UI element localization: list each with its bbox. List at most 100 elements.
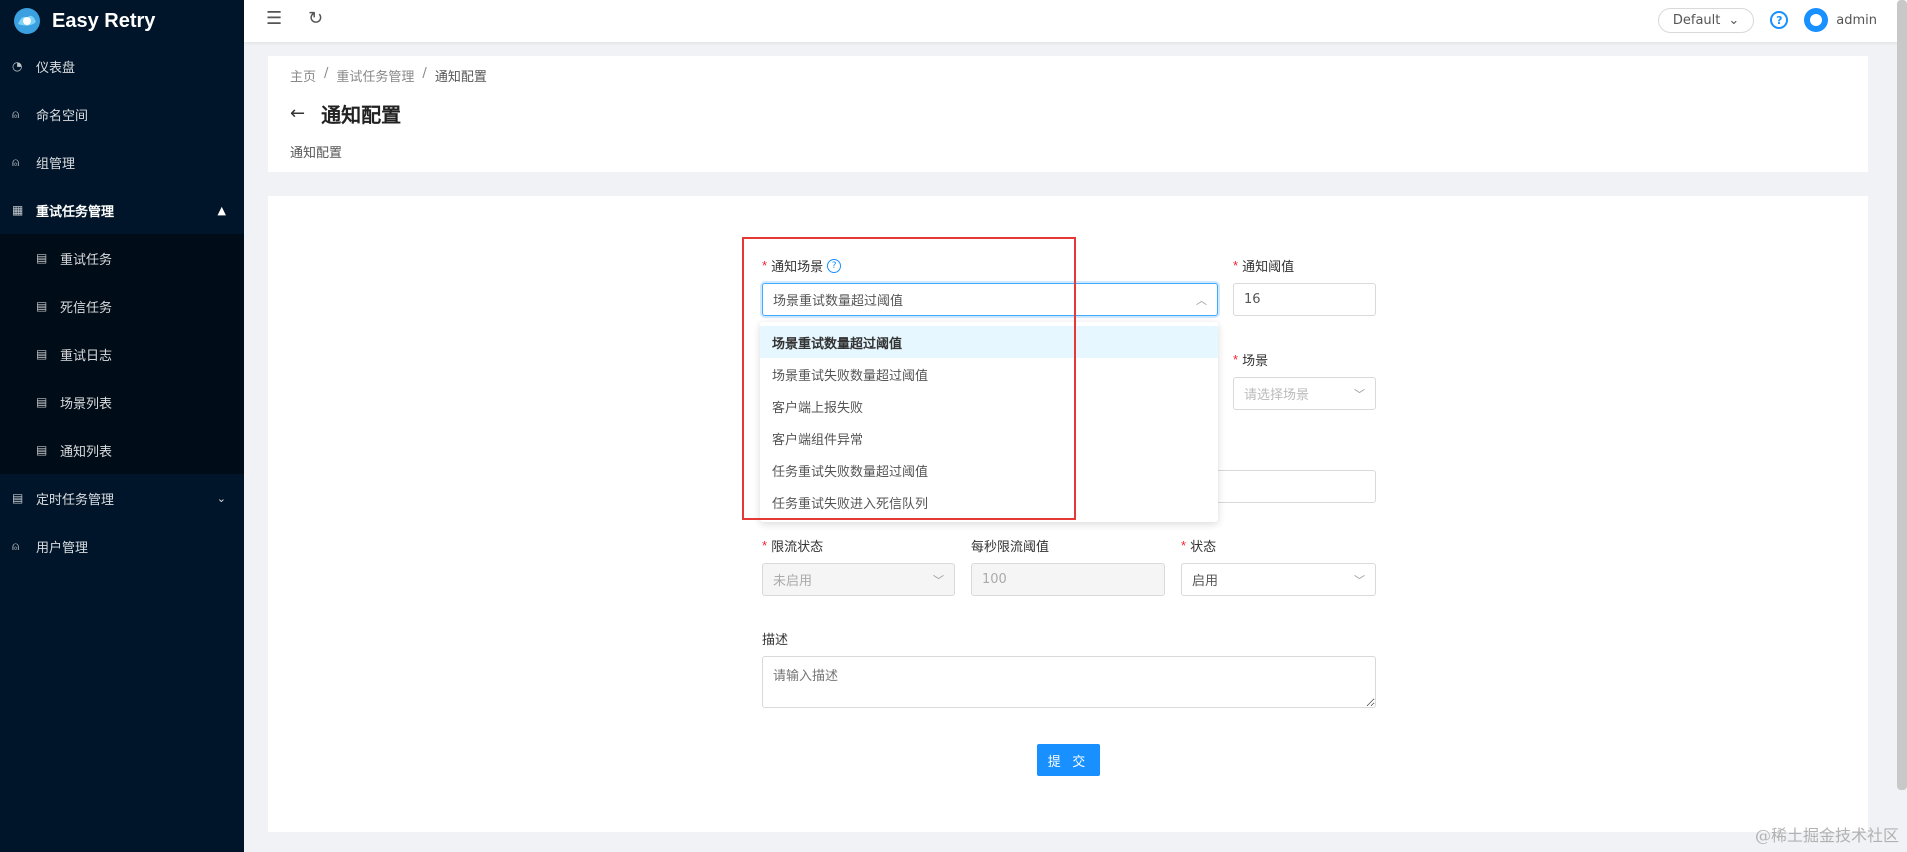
breadcrumb-separator: / (324, 66, 329, 81)
sidebar-item-label: 定时任务管理 (36, 492, 115, 508)
required-mark: * (762, 258, 768, 273)
menu-fold-icon[interactable]: ☰ (266, 8, 282, 29)
status-value: 启用 (1192, 574, 1219, 589)
logo[interactable]: Easy Retry (0, 0, 244, 42)
required-mark: * (762, 538, 768, 553)
sidebar-item-dead-letter[interactable]: ▤ 死信任务 (0, 282, 244, 330)
rate-limit-threshold-value: 100 (982, 572, 1007, 587)
sidebar-item-label: 组管理 (36, 156, 76, 172)
env-select-value: Default (1672, 12, 1721, 28)
dropdown-option[interactable]: 客户端组件异常 (760, 422, 1218, 454)
breadcrumb-home[interactable]: 主页 (290, 66, 316, 85)
scrollbar[interactable] (1897, 0, 1907, 790)
user-icon: ⍝ (12, 538, 20, 553)
notify-threshold-field: * 通知阈值 16 (1233, 256, 1376, 316)
username: admin (1836, 12, 1877, 28)
notify-threshold-value: 16 (1244, 292, 1261, 307)
chevron-down-icon: ⌄ (1728, 12, 1740, 28)
sidebar-item-label: 通知列表 (60, 444, 113, 460)
scene-label-text: 场景 (1242, 354, 1269, 369)
chevron-up-icon: ▲ (217, 203, 226, 217)
top-header: ☰ ↻ Default ⌄ ? admin (244, 0, 1907, 42)
rate-limit-threshold-field: 每秒限流阈值 100 (971, 536, 1165, 596)
scene-field: * 场景 请选择场景 ﹀ (1233, 350, 1376, 410)
sidebar-item-label: 用户管理 (36, 540, 89, 556)
sidebar-item-namespace[interactable]: ⍝ 命名空间 (0, 90, 244, 138)
refresh-icon[interactable]: ↻ (308, 8, 323, 29)
required-mark: * (1233, 352, 1239, 367)
sidebar-item-retry-log[interactable]: ▤ 重试日志 (0, 330, 244, 378)
description-label: 描述 (762, 629, 1376, 648)
dropdown-option[interactable]: 任务重试失败数量超过阈值 (760, 454, 1218, 486)
description-label-text: 描述 (762, 633, 789, 648)
rate-limit-status-field: * 限流状态 未启用 ﹀ (762, 536, 955, 596)
list-icon: ▤ (36, 395, 48, 409)
sidebar-item-scene-list[interactable]: ▤ 场景列表 (0, 378, 244, 426)
notify-scene-field: * 通知场景 ? 场景重试数量超过阈值 ︿ (762, 256, 1218, 316)
logo-icon (14, 8, 40, 34)
sidebar-item-label: 重试任务管理 (36, 204, 115, 220)
required-mark: * (1233, 258, 1239, 273)
required-mark: * (1181, 538, 1187, 553)
scene-placeholder: 请选择场景 (1244, 388, 1310, 403)
user-menu[interactable]: admin (1804, 8, 1877, 32)
dropdown-option[interactable]: 任务重试失败进入死信队列 (760, 486, 1218, 518)
notify-scene-value: 场景重试数量超过阈值 (773, 294, 904, 309)
sidebar-item-dashboard[interactable]: ◔ 仪表盘 (0, 42, 244, 90)
app-name: Easy Retry (52, 9, 156, 32)
sidebar-item-label: 死信任务 (60, 300, 113, 316)
status-label: * 状态 (1181, 536, 1376, 555)
submit-button[interactable]: 提 交 (1037, 744, 1100, 776)
dropdown-option[interactable]: 客户端上报失败 (760, 390, 1218, 422)
notify-threshold-label: * 通知阈值 (1233, 256, 1376, 275)
question-icon[interactable]: ? (827, 258, 842, 273)
table-icon: ▤ (12, 491, 24, 505)
page-header: 主页 / 重试任务管理 / 通知配置 ← 通知配置 通知配置 (268, 56, 1868, 172)
sidebar-item-user-mgmt[interactable]: ⍝ 用户管理 (0, 522, 244, 570)
status-label-text: 状态 (1190, 540, 1217, 555)
env-select[interactable]: Default ⌄ (1657, 7, 1755, 33)
breadcrumb-current: 通知配置 (434, 70, 487, 85)
chevron-down-icon: ⌄ (216, 491, 226, 505)
chevron-down-icon: ﹀ (1354, 573, 1365, 587)
sidebar-item-notify-list[interactable]: ▤ 通知列表 (0, 426, 244, 474)
dropdown-option[interactable]: 场景重试数量超过阈值 (760, 326, 1218, 358)
sidebar-item-group[interactable]: ⍝ 组管理 (0, 138, 244, 186)
notify-scene-label: * 通知场景 ? (762, 256, 1218, 275)
notify-scene-select[interactable]: 场景重试数量超过阈值 ︿ (762, 283, 1218, 316)
list-icon: ▤ (36, 299, 48, 313)
retry-submenu: ▤ 重试任务 ▤ 死信任务 ▤ 重试日志 ▤ 场景列表 ▤ 通知列表 (0, 234, 244, 474)
help-icon[interactable]: ? (1770, 11, 1789, 29)
breadcrumb-separator: / (422, 66, 427, 81)
page-subtitle: 通知配置 (290, 146, 343, 161)
avatar (1804, 8, 1829, 32)
dropdown-option[interactable]: 场景重试失败数量超过阈值 (760, 358, 1218, 390)
scene-select[interactable]: 请选择场景 ﹀ (1233, 377, 1376, 410)
breadcrumb-retry-mgmt[interactable]: 重试任务管理 (336, 66, 414, 85)
status-field: * 状态 启用 ﹀ (1181, 536, 1376, 596)
rate-limit-status-select[interactable]: 未启用 ﹀ (762, 563, 955, 596)
calendar-icon: ▦ (12, 203, 24, 217)
header-right: Default ⌄ ? admin (1657, 4, 1877, 36)
notify-scene-label-text: 通知场景 (771, 260, 824, 275)
notify-scene-dropdown: 场景重试数量超过阈值 场景重试失败数量超过阈值 客户端上报失败 客户端组件异常 … (760, 322, 1218, 522)
sidebar-item-label: 命名空间 (36, 108, 89, 124)
user-icon: ⍝ (12, 106, 20, 121)
notify-threshold-input[interactable]: 16 (1233, 283, 1376, 316)
rate-limit-threshold-input[interactable]: 100 (971, 563, 1165, 596)
sidebar-item-retry-task-mgmt[interactable]: ▦ 重试任务管理 ▲ (0, 186, 244, 234)
chevron-down-icon: ﹀ (933, 573, 944, 587)
status-select[interactable]: 启用 ﹀ (1181, 563, 1376, 596)
rate-limit-status-value: 未启用 (773, 574, 813, 589)
dashboard-icon: ◔ (12, 59, 23, 73)
description-textarea[interactable] (762, 656, 1376, 708)
user-icon: ⍝ (12, 154, 20, 169)
page-title: 通知配置 (321, 103, 402, 127)
sidebar-item-scheduled-task-mgmt[interactable]: ▤ 定时任务管理 ⌄ (0, 474, 244, 522)
rate-limit-threshold-label: 每秒限流阈值 (971, 536, 1165, 555)
back-arrow-icon[interactable]: ← (290, 103, 305, 124)
list-icon: ▤ (36, 347, 48, 361)
rate-limit-status-label-text: 限流状态 (771, 540, 824, 555)
title-row: ← 通知配置 (290, 99, 1846, 128)
sidebar-item-retry-task[interactable]: ▤ 重试任务 (0, 234, 244, 282)
